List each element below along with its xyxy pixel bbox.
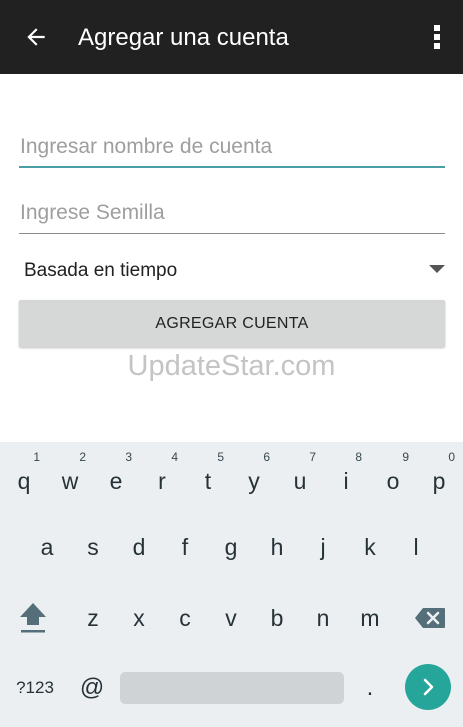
symbols-key[interactable]: ?123 <box>12 670 58 706</box>
chevron-right-icon[interactable] <box>405 664 451 710</box>
key-w[interactable]: 2 w <box>47 444 93 504</box>
key-at[interactable]: @ <box>72 670 112 706</box>
key-q[interactable]: 1 q <box>1 444 47 504</box>
arrow-back-icon[interactable] <box>20 21 52 53</box>
soft-keyboard: 1 q 2 w 3 e 4 r 5 t 6 y 7 u 8 i 9 o 0 p … <box>0 442 463 727</box>
add-account-button[interactable]: AGREGAR CUENTA <box>19 300 445 347</box>
space-bar[interactable] <box>120 672 344 704</box>
key-period[interactable]: . <box>352 670 388 706</box>
key-v[interactable]: v <box>208 588 254 648</box>
key-m[interactable]: m <box>347 588 393 648</box>
screen: Agregar una cuenta Basada en tiempo AGRE… <box>0 0 463 727</box>
key-hint: 6 <box>263 450 270 464</box>
key-label: i <box>343 467 349 494</box>
key-hint: 0 <box>448 450 455 464</box>
key-l[interactable]: l <box>393 517 439 577</box>
key-f[interactable]: f <box>162 517 208 577</box>
key-d[interactable]: d <box>116 517 162 577</box>
account-name-input[interactable] <box>19 128 445 166</box>
seed-underline <box>19 233 445 234</box>
backspace-icon[interactable] <box>407 588 453 648</box>
app-toolbar: Agregar una cuenta <box>0 0 463 74</box>
key-r[interactable]: 4 r <box>139 444 185 504</box>
key-label: p <box>432 467 446 494</box>
key-x[interactable]: x <box>116 588 162 648</box>
shift-icon[interactable] <box>10 588 56 648</box>
key-hint: 3 <box>125 450 132 464</box>
key-hint: 9 <box>402 450 409 464</box>
key-y[interactable]: 6 y <box>231 444 277 504</box>
key-i[interactable]: 8 i <box>323 444 369 504</box>
key-k[interactable]: k <box>347 517 393 577</box>
key-label: q <box>17 467 31 494</box>
key-hint: 7 <box>309 450 316 464</box>
key-label: r <box>158 467 166 494</box>
key-o[interactable]: 9 o <box>370 444 416 504</box>
page-title: Agregar una cuenta <box>78 24 289 51</box>
key-g[interactable]: g <box>208 517 254 577</box>
key-z[interactable]: z <box>70 588 116 648</box>
key-hint: 4 <box>171 450 178 464</box>
key-hint: 2 <box>79 450 86 464</box>
key-p[interactable]: 0 p <box>416 444 462 504</box>
key-label: t <box>204 467 212 494</box>
account-name-underline <box>19 166 445 168</box>
key-s[interactable]: s <box>70 517 116 577</box>
key-label: u <box>293 467 307 494</box>
key-h[interactable]: h <box>254 517 300 577</box>
key-e[interactable]: 3 e <box>93 444 139 504</box>
key-u[interactable]: 7 u <box>277 444 323 504</box>
key-label: e <box>109 467 123 494</box>
key-label: y <box>248 467 260 494</box>
key-a[interactable]: a <box>24 517 70 577</box>
more-vert-icon[interactable] <box>427 21 447 53</box>
key-j[interactable]: j <box>300 517 346 577</box>
key-hint: 1 <box>33 450 40 464</box>
dropdown-arrow-icon <box>429 265 445 273</box>
watermark-text: UpdateStar.com <box>127 350 336 382</box>
account-name-field <box>19 128 445 168</box>
otp-type-select[interactable]: Basada en tiempo <box>19 252 445 290</box>
key-label: o <box>386 467 400 494</box>
key-hint: 5 <box>217 450 224 464</box>
seed-field <box>19 194 445 234</box>
key-label: w <box>61 467 79 494</box>
key-hint: 8 <box>355 450 362 464</box>
key-c[interactable]: c <box>162 588 208 648</box>
seed-input[interactable] <box>19 194 445 232</box>
otp-type-value: Basada en tiempo <box>24 260 178 281</box>
key-n[interactable]: n <box>300 588 346 648</box>
key-b[interactable]: b <box>254 588 300 648</box>
key-t[interactable]: 5 t <box>185 444 231 504</box>
